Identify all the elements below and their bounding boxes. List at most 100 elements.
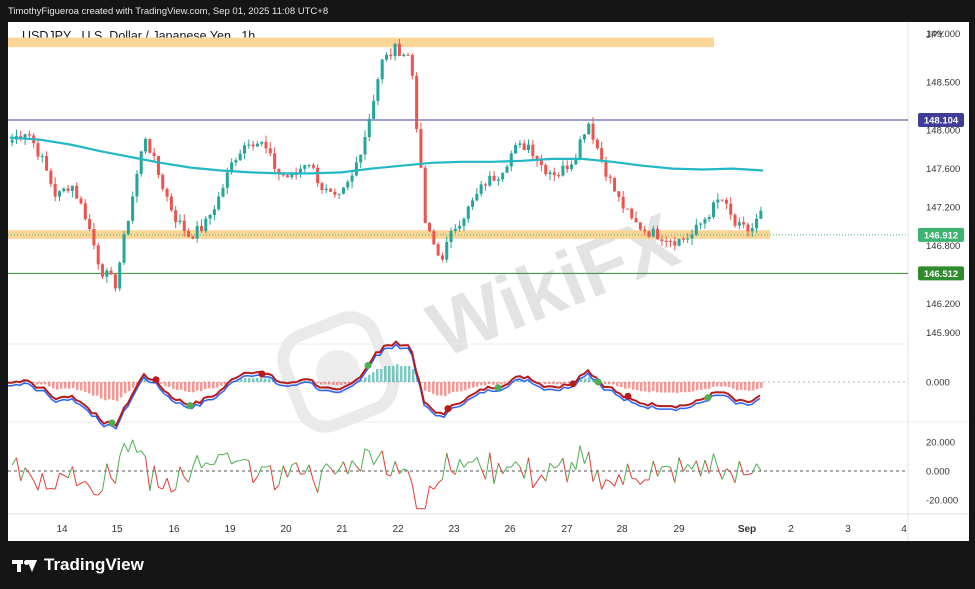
macd-histogram-bar [752,382,755,391]
candle-body [397,43,401,57]
macd-histogram-bar [52,382,55,389]
candle-body [445,242,449,260]
oscillator-segment [110,477,116,484]
candle-body [561,165,565,176]
candle-body [359,154,363,163]
macd-histogram-bar [132,382,135,388]
oscillator-segment [751,463,758,474]
oscillator-segment [54,473,60,490]
macd-histogram-bar [480,382,483,386]
chart-area[interactable]: WikiFX USDJPY . U.S. Dollar / Japanese Y… [8,22,969,541]
macd-cross-marker [704,394,712,402]
candle-body [217,196,221,210]
candle-body [634,218,638,223]
macd-cross-marker [569,380,577,388]
oscillator-segment [596,469,603,490]
oscillator-segment [390,461,396,477]
candle-body [221,187,225,197]
oscillator-segment [377,450,383,458]
candle-body [105,270,109,277]
candle-body [647,231,651,237]
candle-body [496,179,500,181]
macd-histogram-bar [64,382,67,389]
oscillator-segment [368,451,375,465]
candle-body [139,151,143,174]
oscillator-segment [575,445,581,470]
candle-body [113,274,117,289]
oscillator-segment [554,464,559,469]
macd-histogram-bar [640,382,643,392]
candle-body [462,218,466,226]
candle-body [66,188,70,191]
candle-body [247,144,251,146]
candle-body [53,183,57,197]
macd-histogram-bar [164,382,167,386]
oscillator-segment [50,487,56,490]
oscillator-segment [145,456,151,491]
macd-histogram-bar [660,382,663,393]
macd-cross-marker [258,370,266,378]
candle-body [281,174,285,176]
candle-body [195,225,199,239]
candle-body [557,175,561,177]
macd-histogram-bar [444,382,447,397]
oscillator-segment [59,472,64,476]
time-axis-label: 21 [336,524,348,535]
macd-histogram-bar [712,382,715,387]
oscillator-segment [136,450,142,454]
oscillator-segment [338,461,344,470]
macd-histogram-bar [56,382,59,390]
macd-histogram-bar [604,382,607,385]
candle-body [608,176,612,178]
candle-body [264,141,268,149]
tradingview-logo: TradingView [12,555,144,575]
macd-histogram-bar [700,382,703,390]
macd-histogram-bar [748,382,751,391]
price-label-text: 146.512 [924,269,958,280]
macd-histogram-bar [184,382,187,392]
macd-histogram-bar [260,377,263,382]
oscillator-segment [454,459,461,475]
macd-histogram-bar [644,382,647,392]
candle-body [587,123,591,135]
macd-histogram-bar [332,382,335,385]
macd-histogram-bar [476,382,479,387]
candle-body [552,172,556,176]
oscillator-segment [342,461,349,475]
candle-body [174,210,178,223]
candle-body [238,153,242,161]
macd-histogram-bar [204,382,207,389]
candle-body [423,167,427,223]
macd-histogram-bar [440,382,443,396]
candle-body [156,155,160,175]
macd-histogram-bar [76,382,79,390]
macd-histogram-bar [708,382,711,389]
candle-body [453,228,457,232]
macd-histogram-bar [92,382,95,396]
macd-histogram-bar [88,382,91,394]
candle-body [242,145,247,154]
macd-histogram-bar [612,382,615,385]
candle-body [440,255,444,260]
macd-histogram-bar [720,382,723,387]
candle-body [324,188,328,190]
candle-body [673,241,677,246]
macd-histogram-bar [220,382,223,386]
oscillator-segment [730,472,736,484]
macd-histogram-bar [672,382,675,393]
macd-histogram-bar [428,382,431,392]
time-axis-label: 2 [788,524,794,535]
candle-body [501,172,505,180]
oscillator-axis-tick: -20.000 [926,496,958,507]
candle-body [570,164,574,169]
candle-body [419,128,423,168]
oscillator-segment [411,484,418,509]
oscillator-segment [476,457,482,469]
candle-body [548,172,552,175]
oscillator-segment [308,464,314,481]
price-chart[interactable]: WikiFX USDJPY . U.S. Dollar / Japanese Y… [8,22,969,541]
macd-histogram-bar [560,382,563,385]
oscillator-segment [278,465,284,486]
price-axis-tick: 147.600 [926,164,960,175]
candle-body [415,75,419,129]
